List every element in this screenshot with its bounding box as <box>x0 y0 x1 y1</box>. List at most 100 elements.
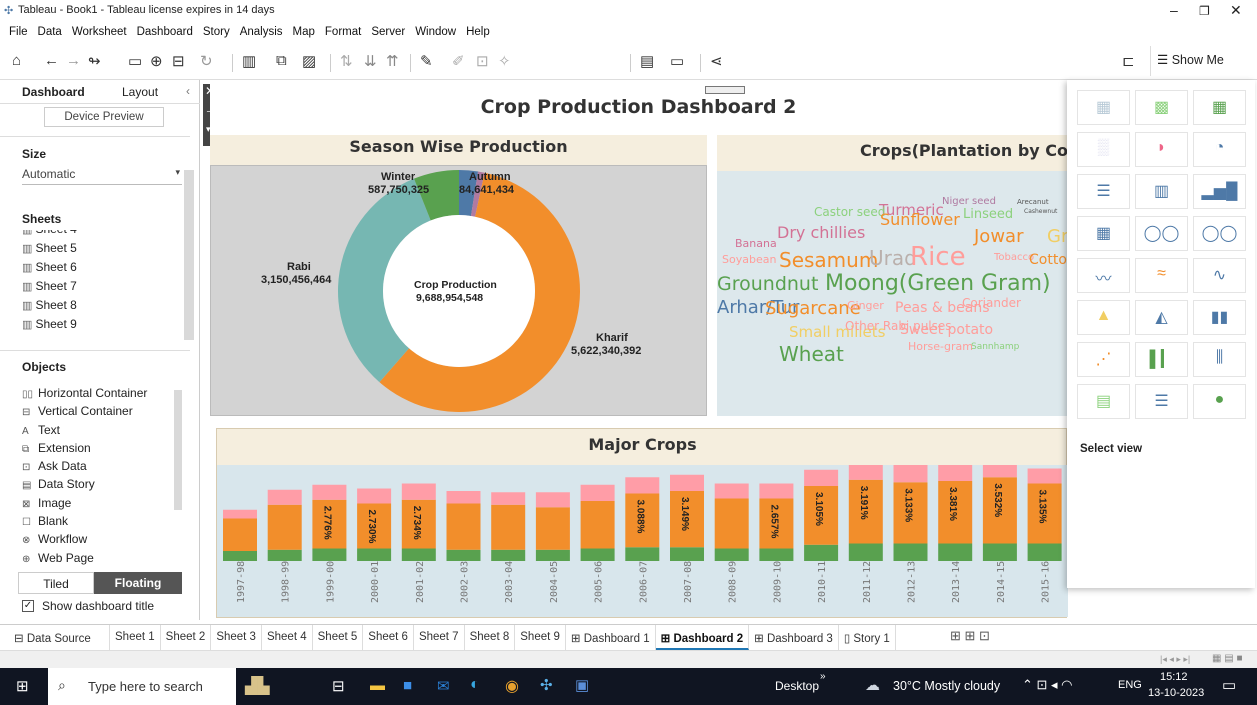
tab-sheet-8[interactable]: Sheet 8 <box>465 625 516 650</box>
save-icon[interactable]: ▭ <box>128 52 142 70</box>
bar-segment-green[interactable] <box>401 548 436 562</box>
bar-segment-green[interactable] <box>670 547 704 561</box>
chart-type-thumbnail[interactable]: ◔ <box>1193 132 1246 167</box>
floating-button[interactable]: Floating <box>94 572 182 594</box>
bar-segment-orange[interactable] <box>446 503 481 550</box>
object-item[interactable]: ⊟ Vertical Container <box>22 404 177 422</box>
tab-sheet-4[interactable]: Sheet 4 <box>262 625 313 650</box>
bar-segment-pink[interactable] <box>625 477 660 494</box>
sheet-item[interactable]: ▥ Sheet 5 <box>22 241 182 260</box>
bar-segment-green[interactable] <box>312 548 347 562</box>
object-item[interactable]: ⊡ Ask Data <box>22 459 177 477</box>
windows-start-icon[interactable]: ⊞ <box>16 677 29 695</box>
bar-segment-orange[interactable] <box>580 501 615 549</box>
chart-type-thumbnail[interactable]: ▥ <box>1135 174 1188 209</box>
object-item[interactable]: ⊕ Web Page <box>22 551 177 569</box>
bar-segment-green[interactable] <box>580 548 615 562</box>
chart-type-thumbnail[interactable]: ▤ <box>1077 384 1130 419</box>
wordcloud-word[interactable]: Jowar <box>974 226 1023 247</box>
drag-handle[interactable] <box>705 86 745 94</box>
object-item[interactable]: ▤ Data Story <box>22 477 177 495</box>
chart-type-thumbnail[interactable]: ◗ <box>1135 132 1188 167</box>
tab-sheet-1[interactable]: Sheet 1 <box>110 625 161 650</box>
notification-icon[interactable]: ▭ <box>1222 676 1236 694</box>
chart-type-thumbnail[interactable]: ▦ <box>1077 90 1130 125</box>
restore-icon[interactable]: ❐ <box>1199 4 1210 18</box>
object-item[interactable]: A Text <box>22 423 177 441</box>
bar-segment-green[interactable] <box>1027 543 1062 562</box>
chart-type-thumbnail[interactable]: ▦ <box>1077 216 1130 251</box>
bar-segment-pink[interactable] <box>670 474 704 491</box>
wordcloud-word[interactable]: Coriander <box>962 296 1021 310</box>
tab-dashboard-1[interactable]: ⊞ Dashboard 1 <box>566 625 656 650</box>
sheet-item[interactable]: ▥ Sheet 6 <box>22 260 182 279</box>
wordcloud-word[interactable]: Rice <box>910 242 966 272</box>
menu-file[interactable]: File <box>4 22 33 44</box>
bar-segment-pink[interactable] <box>267 489 302 505</box>
bar-segment-green[interactable] <box>267 549 302 561</box>
menu-help[interactable]: Help <box>461 22 495 44</box>
tab-sheet-9[interactable]: Sheet 9 <box>515 625 566 650</box>
menu-story[interactable]: Story <box>198 22 235 44</box>
bar-segment-green[interactable] <box>714 548 749 562</box>
weather-label[interactable]: 30°C Mostly cloudy <box>893 679 1000 693</box>
wordcloud-word[interactable]: Sunflower <box>880 210 960 229</box>
duplicate-icon[interactable]: ⧉ <box>276 52 287 69</box>
show-cards-icon[interactable]: ▤ <box>640 52 654 70</box>
object-item[interactable]: ⊠ Image <box>22 496 177 514</box>
tab-dashboard[interactable]: Dashboard <box>22 85 85 99</box>
size-dropdown[interactable]: Automatic ▾ <box>22 167 182 185</box>
chart-type-thumbnail[interactable]: ▲ <box>1077 300 1130 335</box>
menu-window[interactable]: Window <box>410 22 461 44</box>
chevron-right-icon[interactable]: » <box>820 671 826 682</box>
sort-desc-icon[interactable]: ⇈ <box>386 52 399 70</box>
wordcloud-word[interactable]: Gr <box>1047 226 1067 247</box>
share-icon[interactable]: ⋖ <box>710 52 723 70</box>
object-item[interactable]: ▯▯ Horizontal Container <box>22 386 177 404</box>
bar-segment-orange[interactable] <box>267 504 302 550</box>
close-icon[interactable]: ✕ <box>1230 2 1242 19</box>
wordcloud-word[interactable]: Niger seed <box>942 196 996 207</box>
label-icon[interactable]: ⊡ <box>476 52 489 70</box>
chart-type-thumbnail[interactable]: ≈ <box>1135 258 1188 293</box>
sheet-item[interactable]: ▥ Sheet 7 <box>22 279 182 298</box>
menu-worksheet[interactable]: Worksheet <box>67 22 132 44</box>
task-view-icon[interactable]: ⊟ <box>332 677 345 695</box>
chart-type-thumbnail[interactable]: ▮▮ <box>1193 300 1246 335</box>
bar-segment-green[interactable] <box>848 543 883 562</box>
presentation-icon[interactable]: ▭ <box>670 52 684 70</box>
chart-type-thumbnail[interactable]: ▌▎ <box>1135 342 1188 377</box>
forward-icon[interactable]: → <box>66 52 81 69</box>
scrollbar[interactable] <box>174 390 182 510</box>
bar-segment-pink[interactable] <box>357 488 392 504</box>
bar-segment-pink[interactable] <box>893 465 928 483</box>
bar-segment-pink[interactable] <box>491 492 526 505</box>
scrollbar[interactable] <box>184 170 194 340</box>
wordcloud-word[interactable]: Sweet potato <box>900 322 993 338</box>
tab-sheet-3[interactable]: Sheet 3 <box>211 625 262 650</box>
sort-asc-icon[interactable]: ⇊ <box>364 52 377 70</box>
highlight-icon[interactable]: ✎ <box>420 52 433 70</box>
tab-sheet-7[interactable]: Sheet 7 <box>414 625 465 650</box>
bar-segment-pink[interactable] <box>535 492 570 508</box>
clock-time[interactable]: 15:12 <box>1160 671 1188 683</box>
bar-segment-pink[interactable] <box>223 509 257 519</box>
wordcloud-word[interactable]: Arecanut <box>1017 198 1049 206</box>
app-icon[interactable]: ▣ <box>575 676 589 694</box>
menu-map[interactable]: Map <box>288 22 320 44</box>
pause-icon[interactable]: ⊟ <box>172 52 185 70</box>
city-widget-icon[interactable]: ▟▙ <box>245 676 270 696</box>
sheet-item[interactable]: ▥ Sheet 4 <box>22 230 182 241</box>
new-datasource-icon[interactable]: ⊕ <box>150 52 163 70</box>
bar-segment-orange[interactable] <box>714 498 749 549</box>
tab-layout[interactable]: Layout <box>122 85 158 99</box>
bar-segment-green[interactable] <box>982 543 1017 562</box>
tableau-taskbar-icon[interactable]: ✣ <box>540 676 553 694</box>
bar-segment-pink[interactable] <box>804 469 839 486</box>
tab-story-1[interactable]: ▯ Story 1 <box>839 625 896 650</box>
wordcloud-word[interactable]: Moong(Green Gram) <box>825 271 1051 296</box>
nav-arrows-icon[interactable]: |◂ ◂ ▸ ▸| <box>1160 654 1190 665</box>
minimize-icon[interactable]: – <box>1170 2 1178 18</box>
menu-format[interactable]: Format <box>320 22 366 44</box>
menu-server[interactable]: Server <box>366 22 410 44</box>
